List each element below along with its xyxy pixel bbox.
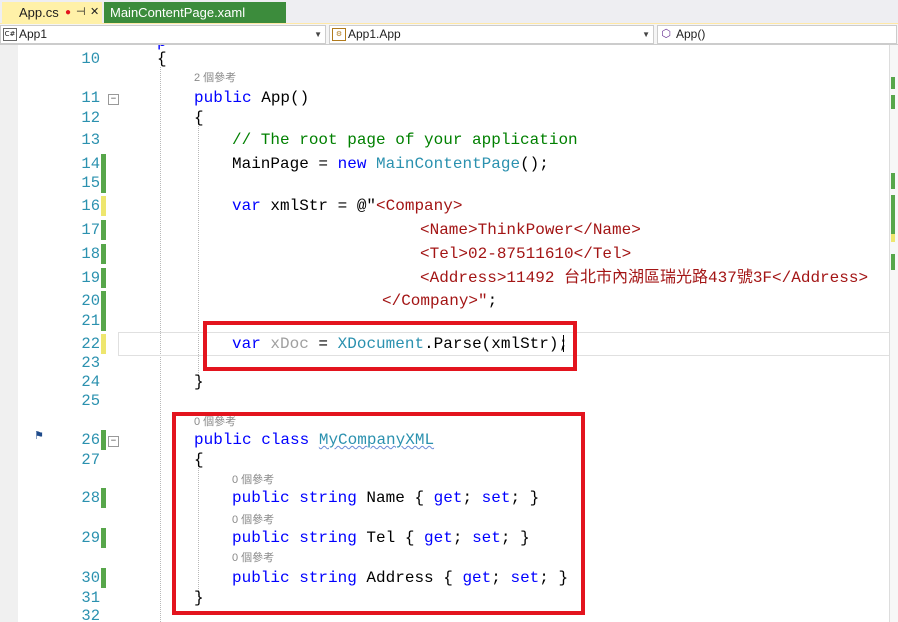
overview-change-marker	[891, 173, 895, 189]
line-number: 16	[81, 197, 100, 215]
change-marker	[101, 528, 106, 548]
chevron-down-icon: ▼	[642, 30, 650, 39]
annotation-box-parse	[203, 321, 577, 371]
code-line: 25	[0, 391, 898, 411]
code-line: 18 <Tel>02-87511610</Tel>	[0, 244, 898, 264]
collapse-toggle-icon[interactable]: −	[108, 436, 119, 447]
line-number: 23	[81, 354, 100, 372]
line-number: 17	[81, 221, 100, 239]
line-number: 27	[81, 451, 100, 469]
line-number: 11	[81, 89, 100, 107]
line-number: 18	[81, 245, 100, 263]
csharp-project-icon: C#	[3, 28, 17, 41]
change-marker	[101, 430, 106, 450]
change-marker	[101, 173, 106, 193]
line-number: 22	[81, 335, 100, 353]
tab-label: MainContentPage.xaml	[110, 5, 246, 20]
line-number: 12	[81, 109, 100, 127]
close-icon[interactable]: ✕	[90, 2, 99, 23]
overview-change-marker	[891, 77, 895, 89]
line-number: 28	[81, 489, 100, 507]
type-dropdown-label: App1.App	[348, 27, 401, 41]
member-dropdown[interactable]: ⬡ App()	[657, 25, 897, 44]
type-dropdown[interactable]: ⚙ App1.App ▼	[329, 25, 654, 44]
line-number: 26	[81, 431, 100, 449]
overview-change-marker	[891, 234, 895, 242]
codelens-references[interactable]: 2 個參考	[194, 69, 236, 85]
pin-icon[interactable]: ⊣	[76, 2, 86, 23]
line-number: 20	[81, 292, 100, 310]
code-line: 10 {	[0, 49, 898, 69]
change-marker	[101, 154, 106, 174]
code-line: 19 <Address>11492 台北市內湖區瑞光路437號3F</Addre…	[0, 268, 898, 288]
code-line: 14 MainPage = new MainContentPage();	[0, 154, 898, 174]
line-number: 30	[81, 569, 100, 587]
overview-change-marker	[891, 195, 895, 235]
line-number: 14	[81, 155, 100, 173]
line-number: 31	[81, 589, 100, 607]
project-dropdown[interactable]: C# App1 ▼	[0, 25, 326, 44]
code-editor[interactable]: p 10 { 2 個參考 11 − public App() 12 { 13 /…	[0, 45, 898, 622]
change-marker	[101, 244, 106, 264]
change-marker	[101, 220, 106, 240]
collapse-toggle-icon[interactable]: −	[108, 94, 119, 105]
code-line: 12 {	[0, 108, 898, 128]
document-tab-bar: App.cs ● ⊣ ✕ MainContentPage.xaml	[0, 0, 898, 25]
line-number: 15	[81, 174, 100, 192]
code-line: 24 }	[0, 372, 898, 392]
chevron-down-icon: ▼	[314, 30, 322, 39]
code-line: 16 var xmlStr = @"<Company>	[0, 196, 898, 216]
overview-change-marker	[891, 95, 895, 109]
line-number: 13	[81, 131, 100, 149]
change-marker	[101, 291, 106, 311]
method-icon: ⬡	[661, 27, 671, 40]
class-icon: ⚙	[332, 28, 346, 41]
code-line: 17 <Name>ThinkPower</Name>	[0, 220, 898, 240]
line-number: 10	[81, 50, 100, 68]
line-number: 32	[81, 607, 100, 622]
tab-maincontentpage-xaml[interactable]: MainContentPage.xaml	[104, 2, 286, 23]
line-number: 25	[81, 392, 100, 410]
change-marker	[101, 488, 106, 508]
tab-app-cs[interactable]: App.cs ● ⊣ ✕	[2, 2, 102, 25]
change-marker	[101, 268, 106, 288]
member-dropdown-label: App()	[676, 27, 706, 41]
line-number: 24	[81, 373, 100, 391]
line-number: 21	[81, 312, 100, 330]
code-line: 20 </Company>";	[0, 291, 898, 311]
change-marker	[101, 311, 106, 331]
code-line: 11 − public App()	[0, 88, 898, 108]
vertical-scrollbar[interactable]	[889, 45, 898, 622]
line-number: 19	[81, 269, 100, 287]
navigation-bar: C# App1 ▼ ⚙ App1.App ▼ ⬡ App()	[0, 24, 898, 45]
modified-dot-icon: ●	[65, 7, 72, 18]
project-dropdown-label: App1	[19, 27, 48, 41]
annotation-box-class	[172, 412, 585, 615]
overview-change-marker	[891, 254, 895, 270]
line-number: 29	[81, 529, 100, 547]
change-marker	[101, 334, 106, 354]
tab-label: App.cs	[19, 5, 59, 20]
code-line: 15	[0, 173, 898, 193]
change-marker	[101, 196, 106, 216]
change-marker	[101, 568, 106, 588]
code-line: 13 // The root page of your application	[0, 130, 898, 150]
